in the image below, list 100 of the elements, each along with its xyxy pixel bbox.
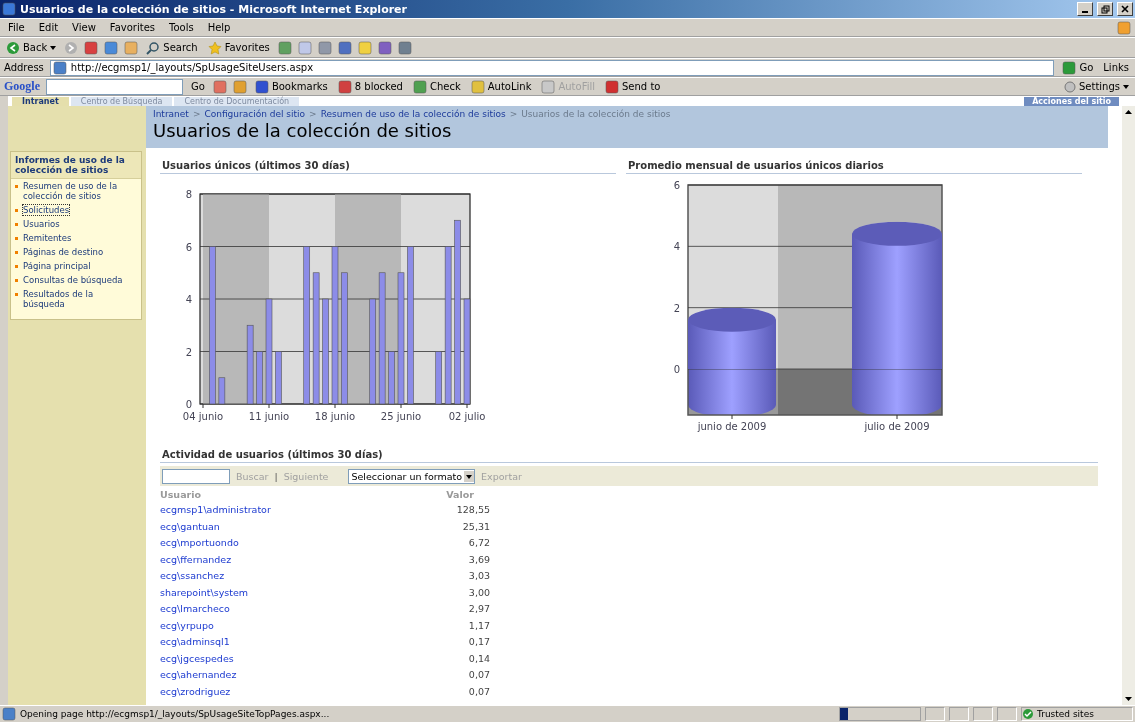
breadcrumb-separator: > [509, 109, 518, 119]
bar [388, 351, 395, 405]
bullet-icon [15, 209, 18, 212]
menu-item[interactable]: Help [203, 22, 235, 33]
nav-title: Informes de uso de la colección de sitios [11, 152, 141, 179]
axis-label: julio de 2009 [864, 421, 930, 432]
nav-link[interactable]: Páginas de destino [11, 245, 141, 259]
address-field[interactable]: http://ecgmsp1/_layouts/SpUsageSiteUsers.aspx [49, 59, 1055, 76]
value-cell-text: 3,69 [467, 553, 490, 567]
nav-link[interactable]: Página principal [11, 259, 141, 273]
user-link[interactable]: ecgmsp1\administrator [160, 504, 430, 521]
bar [218, 377, 226, 405]
breadcrumb-separator: > [309, 109, 317, 119]
status-pane [925, 707, 945, 721]
check-icon [1022, 708, 1034, 720]
column-header: Valor [445, 489, 475, 502]
axis-label: 2 [673, 302, 680, 314]
user-link[interactable]: ecg\yrpupo [160, 619, 430, 636]
toolbar-button-icon[interactable] [337, 79, 352, 94]
close-button[interactable] [1117, 2, 1133, 16]
site-tab[interactable]: Intranet [12, 97, 69, 106]
user-link[interactable]: ecg\adminsql1 [160, 636, 430, 653]
format-select[interactable]: Seleccionar un formato [348, 468, 476, 484]
status-pane [949, 707, 969, 721]
toolbar-button[interactable]: Check [410, 79, 463, 94]
toolbar-button-icon[interactable] [254, 79, 269, 94]
toolbar-button[interactable]: 8 blocked [335, 79, 405, 94]
breadcrumb-link[interactable]: Configuración del sitio [204, 109, 306, 119]
bar [435, 351, 442, 405]
user-link[interactable]: ecg\ahernandez [160, 669, 430, 686]
user-link[interactable]: ecg\mportuondo [160, 537, 430, 554]
nav-link[interactable]: Resultados de la búsqueda [11, 287, 141, 311]
bullet-icon [15, 251, 18, 254]
nav-link[interactable]: Remitentes [11, 231, 141, 245]
value-cell-text: 0,07 [467, 669, 490, 682]
search-field[interactable] [162, 468, 230, 484]
toolbar-button-icon[interactable] [605, 79, 619, 94]
breadcrumb-link[interactable]: Resumen de uso de la colección de sitios [320, 109, 506, 119]
menu-item[interactable]: File [4, 22, 29, 33]
user-link[interactable]: ecg\lmarcheco [160, 603, 430, 620]
toolbar-button[interactable]: AutoLink [468, 79, 534, 94]
axis-label: 0 [673, 364, 680, 375]
menu-item[interactable]: Tools [165, 22, 198, 33]
menu-item[interactable]: View [68, 22, 100, 33]
value-cell-text: 3,03 [467, 570, 490, 583]
value-cell-text: 6,72 [467, 537, 490, 550]
section-title: Actividad de usuarios (últimos 30 días) [160, 449, 1098, 463]
menu-item[interactable]: Favorites [105, 22, 159, 33]
axis-label: 6 [673, 180, 680, 191]
go-button[interactable]: Go [1060, 60, 1096, 75]
search-button[interactable]: Search [144, 40, 200, 55]
google-search-field[interactable] [46, 78, 183, 95]
window-title: Usuarios de la colección de sitios - Microsoft Internet Explorer [20, 2, 408, 16]
axis-label: 4 [673, 241, 680, 253]
bullet-icon [15, 237, 18, 240]
forward-icon[interactable] [64, 40, 79, 55]
user-link[interactable]: ecg\zrodriguez [160, 685, 430, 702]
user-link[interactable]: ecg\gantuan [160, 520, 430, 537]
menu-item[interactable]: Edit [34, 22, 63, 33]
axis-label: 4 [185, 294, 192, 305]
toolbar-button[interactable]: Bookmarks [252, 79, 330, 94]
nav-link[interactable]: Resumen de uso de la colección de sitios [11, 179, 141, 203]
bar [275, 351, 282, 405]
status-pane [973, 707, 993, 721]
restore-icon [1100, 4, 1110, 14]
user-link[interactable]: ecg\jgcespedes [160, 652, 430, 669]
user-link[interactable]: sharepoint\system [160, 586, 430, 603]
column-header: Usuario [160, 489, 202, 502]
axis-label: 11 junio [248, 411, 290, 422]
user-link[interactable]: ecg\ssanchez [160, 570, 430, 587]
nav-link[interactable]: Solicitudes [11, 203, 141, 217]
value-cell-text: 25,31 [461, 520, 490, 534]
toolbar-button-icon[interactable] [412, 79, 427, 94]
status-text: Opening page http://ecgmsp1/_layouts/SpUsageSiteTopPages.aspx... [20, 709, 331, 719]
nav-link[interactable]: Consultas de búsqueda [11, 273, 141, 287]
minimize-button[interactable] [1077, 2, 1093, 16]
breadcrumb-link[interactable]: Intranet [153, 109, 189, 119]
bullet-icon [15, 279, 18, 282]
nav-link[interactable]: Usuarios [11, 217, 141, 231]
settings-button[interactable]: Settings [1062, 80, 1131, 93]
favorites-button[interactable]: Favorites [205, 40, 272, 55]
links-button[interactable]: Links [1101, 62, 1131, 73]
value-cell-text: 128,55 [455, 504, 490, 517]
bullet-icon [15, 293, 18, 296]
breadcrumb-separator: > [192, 109, 201, 119]
caret-icon [1123, 84, 1129, 89]
scrollbar[interactable] [1122, 106, 1135, 705]
value-cell-text: 3,00 [467, 586, 490, 600]
value-cell-text: 0,14 [467, 652, 490, 666]
go-button[interactable]: Go [189, 81, 207, 92]
address-label: Address [4, 62, 44, 73]
restore-button[interactable] [1097, 2, 1113, 16]
search-icon [146, 40, 161, 55]
axis-label: junio de 2009 [697, 421, 767, 432]
star-icon [207, 40, 222, 55]
axis-label: 2 [185, 346, 192, 358]
back-button[interactable]: Back [4, 40, 59, 55]
user-link[interactable]: ecg\ffernandez [160, 553, 430, 570]
toolbar-button[interactable]: Send to [603, 79, 663, 94]
chart-title: Usuarios únicos (últimos 30 días) [160, 160, 616, 174]
